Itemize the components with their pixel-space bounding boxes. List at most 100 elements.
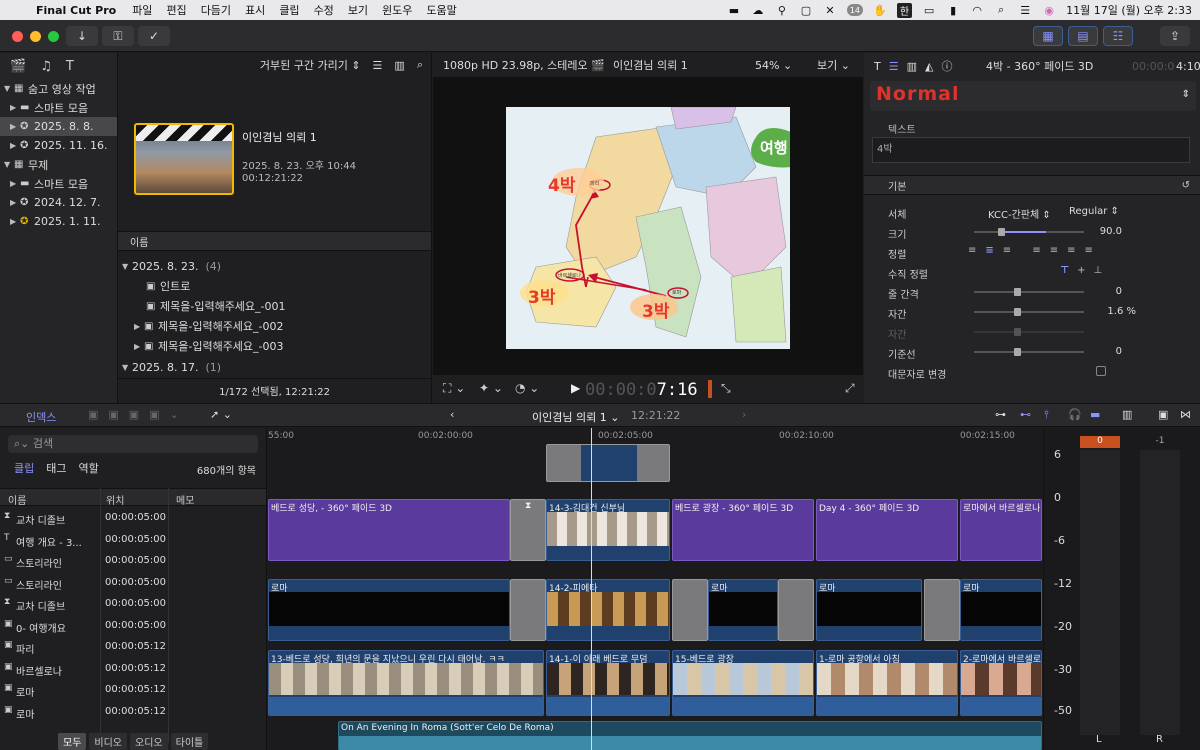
align-center-icon[interactable]: ≡ [985, 245, 1002, 256]
column-name[interactable]: 이름 [8, 492, 26, 507]
all-caps-checkbox[interactable] [1096, 366, 1106, 376]
back-arrow-icon[interactable]: ‹ [450, 408, 454, 421]
size-slider[interactable] [974, 228, 1084, 236]
share-button[interactable]: ⇪ [1160, 26, 1190, 46]
text-style-preset-dropdown[interactable]: Normal ⇕ [870, 81, 1196, 111]
timeline-ruler[interactable]: 55:00 00:02:00:00 00:02:05:00 00:02:10:0… [268, 428, 1042, 442]
list-item[interactable]: ▣ 인트로 [118, 276, 431, 296]
primary-clip[interactable]: 13-베드로 성당, 희년의 문을 지났으니 우린 다시 태어남. ㅋㅋ [268, 650, 544, 716]
menu-edit[interactable]: 편집 [166, 2, 186, 18]
search-icon[interactable]: ⌕ [417, 58, 423, 72]
transition-clip[interactable] [924, 579, 960, 641]
group-row[interactable]: ▼ 2025. 8. 17. (1) [118, 357, 431, 377]
index-row[interactable]: ▣ 로마 00:00:05:12 [0, 701, 266, 723]
tracking-knob[interactable] [1014, 308, 1021, 316]
import-button[interactable]: ↓ [66, 26, 98, 46]
solo-icon[interactable]: ▬ [1090, 408, 1100, 421]
photos-audio-tab-icon[interactable]: ♫ [40, 59, 52, 74]
video-inspector-tab-icon[interactable]: ▥ [907, 60, 917, 73]
transition-clip[interactable] [672, 579, 708, 641]
disclosure-open-icon[interactable]: ▼ [122, 363, 132, 372]
column-notes[interactable]: 메모 [176, 492, 194, 507]
fullscreen-icon[interactable]: ⤢ [845, 381, 855, 396]
font-family-dropdown[interactable]: KCC-간판체 ⇕ [988, 206, 1051, 221]
clip-appearance-icon[interactable]: ☰ [373, 59, 383, 72]
playhead-timecode[interactable]: 00:00:07:16 [585, 380, 698, 400]
background-tasks-button[interactable]: ✓ [138, 26, 170, 46]
reset-icon[interactable]: ↺ [1182, 180, 1190, 191]
event-row[interactable]: ▶ ✪ 2025. 1. 11. [0, 212, 117, 231]
menu-window[interactable]: 윈도우 [382, 2, 412, 18]
menu-mark[interactable]: 표시 [245, 2, 265, 18]
select-tool-dropdown[interactable]: ➚ ⌄ [210, 408, 232, 421]
primary-clip[interactable]: 14-1-이 아래 베드로 무덤 [546, 650, 670, 716]
connected-clip[interactable] [546, 444, 670, 482]
disclosure-closed-icon[interactable]: ▶ [134, 342, 144, 351]
video-frame[interactable]: 4박 파리 바르셀로나 로마 3박 3박 여행 개요 [506, 107, 790, 349]
playhead[interactable] [591, 428, 592, 750]
line-spacing-knob[interactable] [1014, 288, 1021, 296]
timeline[interactable]: 55:00 00:02:00:00 00:02:05:00 00:02:10:0… [268, 428, 1042, 750]
keywords-button[interactable]: ⚿ [102, 26, 134, 46]
notification-badge-icon[interactable]: 14 [846, 4, 863, 16]
menu-modify[interactable]: 수정 [314, 2, 334, 18]
text-content-field[interactable]: 4박 [872, 137, 1190, 163]
video-clip[interactable]: 14-3-김대건 신부님 [546, 499, 670, 561]
filmstrip-icon[interactable]: ▥ [1122, 408, 1132, 421]
broll-clip[interactable]: 로마 [960, 579, 1042, 641]
smart-collection-row[interactable]: ▶ ▬ 스마트 모음 [0, 98, 117, 117]
project-title[interactable]: 이인겸님 의뢰 1 [242, 129, 317, 145]
screen-icon[interactable]: ▭ [922, 4, 936, 17]
close-window-button[interactable] [12, 31, 23, 42]
siri-icon[interactable]: ◉ [1042, 4, 1056, 17]
vertical-alignment-buttons[interactable]: ⊤+⊥ [1060, 265, 1110, 276]
input-source-indicator[interactable]: 한 [896, 2, 913, 18]
align-top-icon[interactable]: ⊤ [1060, 265, 1077, 276]
primary-clip[interactable]: 15-베드로 광장 [672, 650, 814, 716]
menu-clip[interactable]: 클립 [279, 2, 299, 18]
filmstrip-icon[interactable]: ▥ [394, 59, 404, 72]
title-clip[interactable]: 베드로 성당, - 360° 페이드 3D [268, 499, 510, 561]
index-row[interactable]: ⧗ 교차 디졸브 00:00:05:00 [0, 593, 266, 615]
cloud-icon[interactable]: ☁ [751, 4, 765, 17]
disclosure-closed-icon[interactable]: ▶ [10, 217, 20, 226]
mute-icon[interactable]: ✕ [823, 4, 837, 17]
filter-video[interactable]: 비디오 [89, 733, 128, 750]
broll-clip[interactable]: 14-2-피에타 [546, 579, 670, 641]
libraries-tab-icon[interactable]: 🎬 [10, 59, 26, 74]
event-row[interactable]: ▶ ✪ 2025. 8. 8. [0, 117, 117, 136]
effects-bowtie-icon[interactable]: ⋈ [1180, 408, 1191, 421]
disclosure-open-icon[interactable]: ▼ [4, 160, 14, 169]
timeline-project-dropdown[interactable]: 이인겸님 의뢰 1 ⌄ [532, 409, 619, 425]
index-row[interactable]: ▭ 스토리라인 00:00:05:00 [0, 550, 266, 572]
group-row[interactable]: ▼ 2025. 8. 23. (4) [118, 256, 431, 276]
primary-clip[interactable]: 2-로마에서 바르셀로나 [960, 650, 1042, 716]
transition-clip[interactable]: ⧗ [510, 499, 546, 561]
line-spacing-slider[interactable] [974, 288, 1084, 296]
zoom-window-button[interactable] [48, 31, 59, 42]
disclosure-open-icon[interactable]: ▼ [4, 84, 14, 93]
timeline-toggle-button[interactable]: ▤ [1068, 26, 1098, 46]
menu-help[interactable]: 도움말 [426, 2, 456, 18]
menu-clock[interactable]: 11월 17일 (월) 오후 2:33 [1066, 2, 1192, 18]
headphones-icon[interactable]: 🎧 [1068, 408, 1082, 421]
index-tab-clips[interactable]: 클립 [14, 460, 34, 476]
smart-collection-row[interactable]: ▶ ▬ 스마트 모음 [0, 174, 117, 193]
baseline-value[interactable]: 0 [1116, 346, 1122, 357]
transition-clip[interactable] [510, 579, 546, 641]
filter-audio[interactable]: 오디오 [130, 733, 168, 750]
index-tab-roles[interactable]: 역할 [79, 460, 99, 476]
title-inspector-tab-icon[interactable]: T [874, 60, 881, 73]
alignment-buttons[interactable]: ≡≡≡ ≡≡≡≡ [968, 245, 1102, 256]
filter-titles[interactable]: 타이틀 [170, 733, 209, 750]
size-slider-knob[interactable] [998, 228, 1005, 236]
tracking-slider[interactable] [974, 308, 1084, 316]
binoculars-icon[interactable]: ⚲ [775, 4, 789, 17]
basic-section-header[interactable]: 기본 ↺ [864, 175, 1200, 195]
color-inspector-tab-icon[interactable]: ◭ [925, 60, 933, 73]
disclosure-closed-icon[interactable]: ▶ [10, 122, 20, 131]
column-position[interactable]: 위치 [106, 492, 124, 507]
menu-trim[interactable]: 다듬기 [201, 2, 231, 18]
tracking-value[interactable]: 1.6 % [1107, 306, 1136, 317]
event-row[interactable]: ▶ ✪ 2024. 12. 7. [0, 193, 117, 212]
